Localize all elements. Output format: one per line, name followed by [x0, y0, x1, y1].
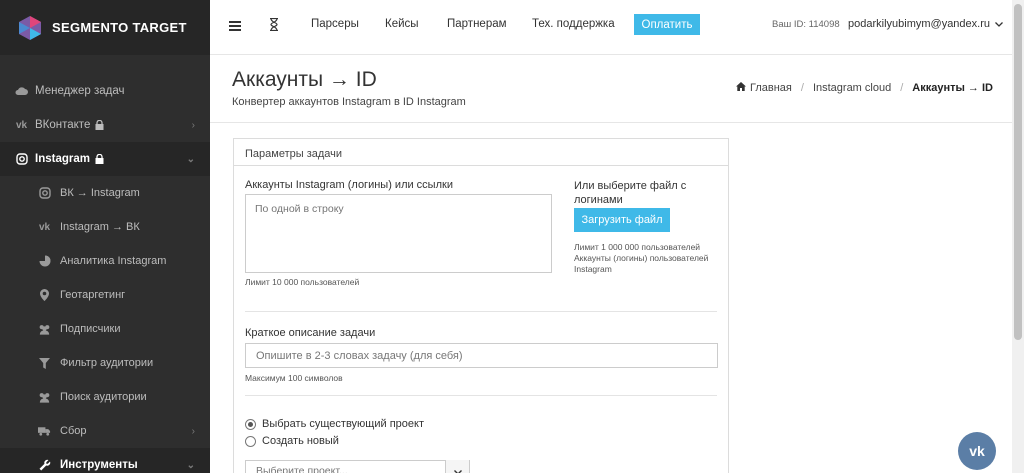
accounts-textarea[interactable] — [245, 194, 552, 273]
page-subtitle: Конвертер аккаунтов Instagram в ID Insta… — [232, 96, 466, 108]
section-divider — [245, 395, 717, 396]
sidebar-item-task-manager[interactable]: Менеджер задач — [0, 74, 210, 108]
page-scrollbar[interactable] — [1012, 0, 1024, 473]
user-email: podarkilyubimym@yandex.ru — [848, 18, 991, 30]
vk-icon: vk — [38, 221, 51, 233]
file-label: Или выберите файл с логинами — [574, 180, 687, 206]
vk-chat-button[interactable]: vk — [958, 432, 996, 470]
sidebar-item-audience-filter[interactable]: Фильтр аудитории — [0, 346, 210, 380]
header-divider — [210, 122, 1012, 123]
map-pin-icon — [38, 289, 51, 302]
user-id: Ваш ID: 114098 — [772, 19, 840, 30]
hamburger-menu-icon[interactable] — [229, 20, 241, 34]
lock-icon — [95, 154, 104, 164]
radio-label: Выбрать существующий проект — [262, 418, 424, 430]
sidebar: SEGMENTO TARGET Менеджер задач vk ВКонта… — [0, 0, 210, 473]
nav-support[interactable]: Тех. поддержка — [532, 18, 615, 30]
sidebar-item-label: Instagram → ВК — [60, 221, 140, 233]
sidebar-item-label: Аналитика Instagram — [60, 255, 167, 267]
sidebar-item-label: Геотаргетинг — [60, 289, 126, 301]
user-menu[interactable]: podarkilyubimym@yandex.ru — [848, 18, 1004, 30]
radio-button-checked[interactable] — [245, 418, 256, 430]
sidebar-item-subscribers[interactable]: Подписчики — [0, 312, 210, 346]
sidebar-item-vkontakte[interactable]: vk ВКонтакте › — [0, 108, 210, 142]
sidebar-item-label: Инструменты — [60, 459, 138, 471]
sidebar-item-label: ВКонтакте — [35, 119, 91, 131]
users-icon — [38, 323, 51, 336]
vk-icon: vk — [969, 443, 985, 459]
instagram-icon — [15, 153, 28, 166]
logo-icon — [19, 15, 41, 40]
vk-icon: vk — [15, 119, 28, 131]
home-icon — [736, 82, 746, 94]
sidebar-item-label: Сбор — [60, 425, 87, 437]
section-divider — [245, 311, 717, 312]
breadcrumb: Главная / Instagram cloud / Аккаунты → I… — [736, 82, 993, 94]
brand-name: SEGMENTO TARGET — [52, 20, 187, 35]
sidebar-item-instagram-analytics[interactable]: Аналитика Instagram — [0, 244, 210, 278]
breadcrumb-separator: / — [900, 82, 904, 94]
sidebar-item-instagram[interactable]: Instagram ⌄ — [0, 142, 210, 176]
project-select[interactable]: Выберите проект... — [245, 460, 470, 473]
cloud-icon — [15, 85, 28, 98]
sidebar-item-label: Instagram — [35, 153, 90, 165]
sidebar-item-tools[interactable]: Инструменты ⌄ — [0, 448, 210, 473]
filter-icon — [38, 357, 51, 370]
task-params-panel: Параметры задачи Аккаунты Instagram (лог… — [233, 138, 729, 473]
scrollbar-thumb[interactable] — [1014, 4, 1022, 340]
page-title: Аккаунты → ID — [232, 68, 377, 91]
pay-button[interactable]: Оплатить — [634, 14, 700, 35]
sidebar-item-geotargeting[interactable]: Геотаргетинг — [0, 278, 210, 312]
top-navbar: Парсеры Кейсы Партнерам Тех. поддержка О… — [210, 0, 1012, 55]
radio-existing-project[interactable]: Выбрать существующий проект — [245, 418, 424, 430]
lock-icon — [95, 120, 104, 130]
accounts-limit: Лимит 10 000 пользователей — [245, 277, 360, 287]
sidebar-item-label: Фильтр аудитории — [60, 357, 154, 369]
select-value: Выберите проект... — [256, 465, 348, 473]
chevron-right-icon: › — [191, 119, 195, 131]
radio-new-project[interactable]: Создать новый — [245, 435, 339, 447]
description-label: Краткое описание задачи — [245, 327, 376, 339]
breadcrumb-home[interactable]: Главная — [750, 82, 792, 94]
breadcrumb-instagram-cloud[interactable]: Instagram cloud — [813, 82, 891, 94]
sidebar-nav: Менеджер задач vk ВКонтакте › Instagram … — [0, 74, 210, 473]
sidebar-item-instagram-to-vk[interactable]: vk Instagram → ВК — [0, 210, 210, 244]
breadcrumb-current: Аккаунты → ID — [912, 82, 993, 94]
breadcrumb-separator: / — [800, 82, 804, 94]
radio-label: Создать новый — [262, 435, 339, 447]
sidebar-item-vk-to-instagram[interactable]: ВК → Instagram — [0, 176, 210, 210]
sidebar-item-collect[interactable]: Сбор › — [0, 414, 210, 448]
chevron-down-icon: ⌄ — [186, 459, 195, 471]
chevron-right-icon: › — [191, 425, 195, 437]
radio-button[interactable] — [245, 435, 256, 447]
chevron-down-icon[interactable] — [445, 460, 469, 473]
accounts-label: Аккаунты Instagram (логины) или ссылки — [245, 179, 453, 191]
sidebar-item-audience-search[interactable]: Поиск аудитории — [0, 380, 210, 414]
sidebar-item-label: ВК → Instagram — [60, 187, 140, 199]
truck-icon — [38, 425, 51, 438]
description-input[interactable]: Опишите в 2-3 словах задачу (для себя) — [245, 343, 718, 368]
nav-cases[interactable]: Кейсы — [385, 18, 419, 30]
upload-file-button[interactable]: Загрузить файл — [574, 208, 670, 232]
hourglass-icon[interactable] — [269, 17, 279, 34]
chevron-down-icon: ⌄ — [186, 153, 195, 165]
panel-heading: Параметры задачи — [234, 139, 728, 166]
sidebar-item-label: Подписчики — [60, 323, 121, 335]
nav-partners[interactable]: Партнерам — [447, 18, 507, 30]
sidebar-item-label: Менеджер задач — [35, 85, 125, 97]
nav-parsers[interactable]: Парсеры — [311, 18, 359, 30]
users-icon — [38, 391, 51, 404]
wrench-icon — [38, 459, 51, 472]
instagram-icon — [38, 187, 51, 200]
description-limit: Максимум 100 символов — [245, 373, 343, 383]
pie-chart-icon — [38, 255, 51, 268]
logo[interactable]: SEGMENTO TARGET — [0, 0, 210, 55]
file-hint: Лимит 1 000 000 пользователей Аккаунты (… — [574, 242, 709, 274]
sidebar-item-label: Поиск аудитории — [60, 391, 147, 403]
chevron-down-icon — [995, 21, 1004, 27]
